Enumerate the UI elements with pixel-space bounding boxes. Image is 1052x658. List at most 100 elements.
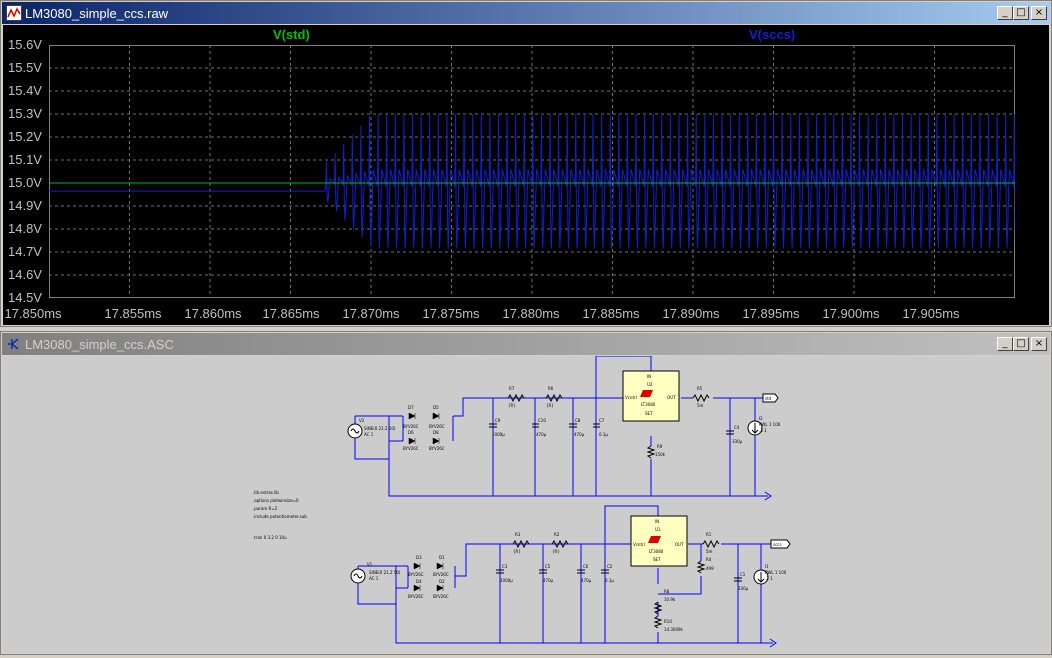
svg-text:D1: D1 (439, 555, 445, 560)
x-tick-label: 17.900ms (822, 306, 880, 321)
regulator-u2[interactable]: IN U2 Vcntrl OUT LT3080 SET (622, 370, 680, 422)
svg-text:C6: C6 (583, 564, 589, 569)
svg-text:R6: R6 (548, 386, 554, 391)
diode-bridge-std[interactable]: D7 D5 D6 D8 BYV26C BYV26C BYV26C BYV26C (403, 405, 445, 451)
svg-text:{R}: {R} (513, 549, 521, 554)
svg-text:OUT: OUT (675, 542, 684, 547)
svg-text:I2: I2 (759, 416, 763, 421)
y-tick-label: 15.1V (8, 152, 42, 167)
x-tick-label: 17.880ms (502, 306, 560, 321)
svg-text:sccs: sccs (773, 542, 782, 547)
svg-text:SINE(0 21.2 50): SINE(0 21.2 50) (369, 570, 401, 575)
directive-param[interactable]: .param R=2 (253, 506, 278, 511)
diode-bridge-sccs[interactable]: D3 D1 D4 D2 BYV26C BYV26C BYV26C BYV26C (408, 555, 449, 599)
circuit-sccs[interactable]: V1 SINE(0 21.2 50) AC 1 D3 D1 D4 D2 BYV2… (350, 505, 791, 648)
net-label-sccs[interactable]: sccs (770, 539, 791, 549)
close-button[interactable]: × (1031, 6, 1047, 20)
waveform-window[interactable]: LM3080_simple_ccs.raw _ □ × V(std) V(scc… (0, 0, 1052, 327)
voltage-source-v1[interactable]: V1 SINE(0 21.2 50) AC 1 (350, 562, 401, 584)
svg-text:R9: R9 (657, 444, 663, 449)
svg-text:470µ: 470µ (581, 578, 592, 583)
svg-text:D6: D6 (408, 430, 414, 435)
waveform-app-icon (6, 5, 22, 21)
svg-text:D2: D2 (439, 579, 445, 584)
minimize-button[interactable]: _ (997, 337, 1013, 351)
svg-text:R7: R7 (509, 386, 515, 391)
svg-text:SET: SET (645, 411, 653, 416)
svg-text:BYV26C: BYV26C (403, 446, 419, 451)
x-tick-label: 17.860ms (184, 306, 242, 321)
x-tick-label: 17.850ms (4, 306, 62, 321)
waveform-graph[interactable] (49, 45, 1015, 298)
schematic-titlebar[interactable]: LM3080_simple_ccs.ASC _ □ × (2, 333, 1050, 355)
circuit-std[interactable]: V2 SINE(0 21.2 50) AC 1 D7 D5 D6 D8 BYV2… (347, 355, 781, 501)
schematic-drawing[interactable]: .lib extras.lib .options plotwinsize=0 .… (3, 355, 1049, 653)
svg-text:C9: C9 (495, 418, 501, 423)
svg-text:1000µ: 1000µ (492, 432, 505, 437)
svg-text:C7: C7 (599, 418, 605, 423)
close-button[interactable]: × (1031, 337, 1047, 351)
svg-text:5m: 5m (697, 403, 704, 408)
y-tick-label: 14.9V (8, 198, 42, 213)
svg-text:std: std (765, 396, 772, 401)
svg-text:.3 1: .3 1 (765, 576, 773, 581)
svg-text:R2: R2 (554, 532, 560, 537)
svg-text:V1: V1 (367, 562, 373, 567)
svg-text:499: 499 (706, 566, 714, 571)
svg-text:BYV26C: BYV26C (408, 594, 424, 599)
svg-text:C4: C4 (734, 425, 740, 430)
directive-options[interactable]: .options plotwinsize=0 (253, 498, 299, 503)
trace-sccs[interactable] (49, 113, 1015, 249)
waveform-titlebar[interactable]: LM3080_simple_ccs.raw _ □ × (2, 2, 1050, 24)
svg-text:D7: D7 (408, 405, 414, 410)
restore-button[interactable]: □ (1013, 6, 1029, 20)
net-label-std[interactable]: std (762, 393, 779, 403)
x-tick-label: 17.865ms (262, 306, 320, 321)
svg-text:C10: C10 (538, 418, 546, 423)
svg-text:Vcntrl: Vcntrl (633, 542, 645, 547)
trace-label-std[interactable]: V(std) (273, 27, 310, 42)
svg-text:U1: U1 (655, 527, 661, 532)
current-load-i2[interactable]: I2 PWL 1 100 .3 1 (747, 416, 781, 436)
capacitors-sccs[interactable] (496, 569, 742, 582)
svg-text:{R}: {R} (508, 403, 516, 408)
current-load-i1[interactable]: I1 PWL 1 100 .3 1 (753, 564, 787, 585)
svg-text:R4: R4 (706, 557, 712, 562)
restore-button[interactable]: □ (1013, 337, 1029, 351)
spice-directives[interactable]: .lib extras.lib .options plotwinsize=0 .… (253, 490, 307, 540)
plot-pane[interactable]: V(std) V(sccs) 15.6V 15.5V 15.4V 15.3V 1… (3, 25, 1049, 325)
directive-tran[interactable]: .tran 0 3.2 0 10u (253, 535, 287, 540)
svg-text:D3: D3 (416, 555, 422, 560)
svg-text:5m: 5m (706, 549, 713, 554)
schematic-window[interactable]: LM3080_simple_ccs.ASC _ □ × .lib extras.… (0, 331, 1052, 655)
svg-text:D4: D4 (416, 579, 422, 584)
directive-include[interactable]: .include potentiometer.sub (253, 514, 307, 519)
svg-text:AC 1: AC 1 (364, 432, 374, 437)
svg-text:BYV26C: BYV26C (433, 594, 449, 599)
svg-text:V2: V2 (359, 418, 365, 423)
svg-text:BYV26C: BYV26C (433, 572, 449, 577)
svg-text:D8: D8 (433, 430, 439, 435)
svg-text:IN: IN (647, 374, 651, 379)
trace-label-sccs[interactable]: V(sccs) (749, 27, 795, 42)
y-tick-label: 15.2V (8, 129, 42, 144)
svg-text:AC 1: AC 1 (369, 576, 379, 581)
minimize-button[interactable]: _ (997, 6, 1013, 20)
svg-text:330µ: 330µ (738, 586, 749, 591)
svg-text:1000µ: 1000µ (500, 578, 513, 583)
svg-text:BYV26C: BYV26C (408, 572, 424, 577)
svg-text:470µ: 470µ (543, 578, 554, 583)
svg-text:PWL 1 100: PWL 1 100 (765, 570, 787, 575)
schematic-app-icon (6, 336, 22, 352)
svg-text:0.1µ: 0.1µ (605, 578, 614, 583)
y-tick-label: 14.7V (8, 244, 42, 259)
capacitors-std[interactable] (489, 423, 734, 435)
schematic-canvas[interactable]: .lib extras.lib .options plotwinsize=0 .… (3, 355, 1049, 653)
x-tick-label: 17.885ms (582, 306, 640, 321)
regulator-u1[interactable]: IN U1 Vcntrl OUT LT3080 SET (630, 515, 688, 567)
x-tick-label: 17.905ms (902, 306, 960, 321)
x-tick-label: 17.875ms (422, 306, 480, 321)
svg-text:BYV26C: BYV26C (429, 446, 445, 451)
directive-lib[interactable]: .lib extras.lib (253, 490, 279, 495)
svg-text:R3: R3 (515, 532, 521, 537)
